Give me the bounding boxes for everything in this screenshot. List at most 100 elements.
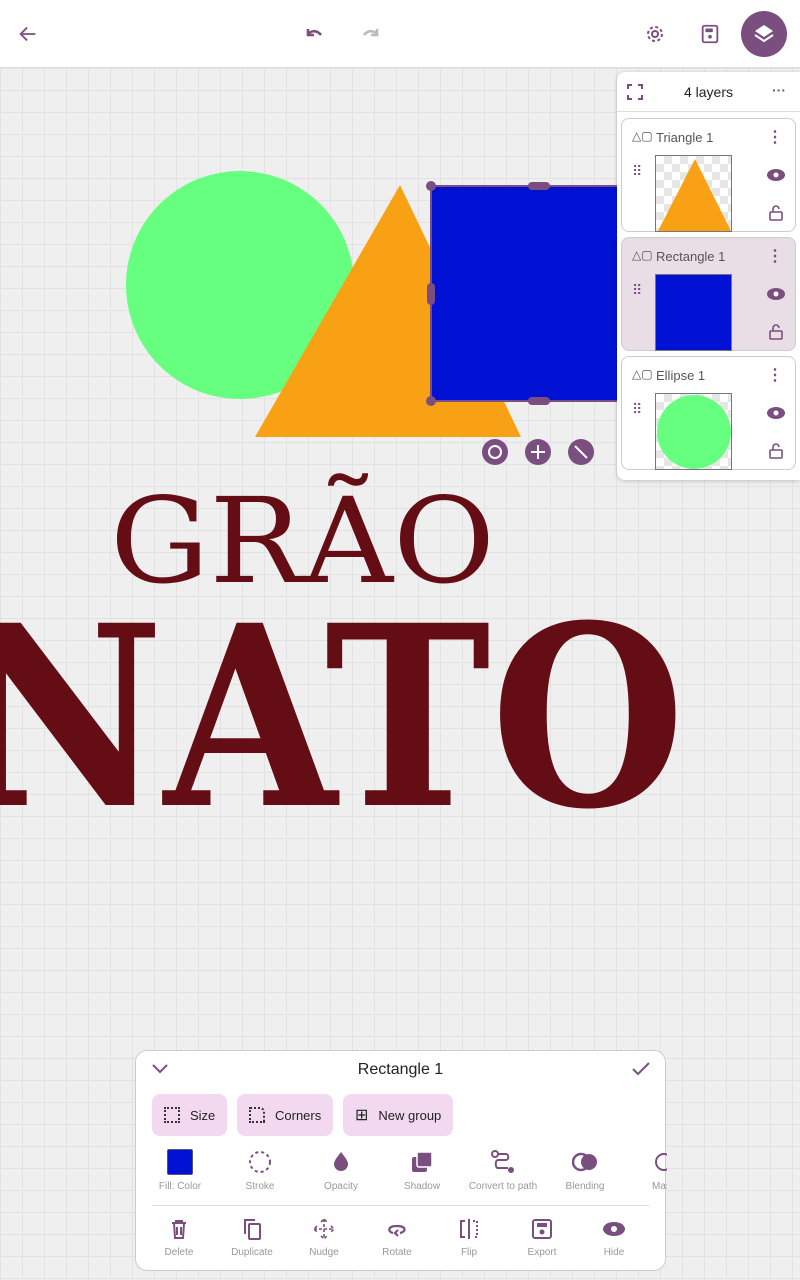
save-button[interactable] bbox=[690, 14, 730, 54]
tool-label: Convert to path bbox=[468, 1181, 538, 1192]
duplicate-button[interactable]: Duplicate bbox=[212, 1217, 292, 1258]
scale-handle[interactable] bbox=[568, 439, 594, 465]
blending-icon bbox=[572, 1152, 597, 1172]
lock-open-icon[interactable] bbox=[769, 443, 783, 459]
rotate-handle[interactable] bbox=[482, 439, 508, 465]
layer-item-triangle[interactable]: △▢ Triangle 1 ⋮ ⠿ bbox=[621, 118, 796, 232]
blending-tool[interactable]: Blending bbox=[545, 1149, 625, 1192]
undo-button[interactable] bbox=[295, 14, 335, 54]
undo-icon bbox=[306, 29, 322, 37]
top-toolbar bbox=[0, 0, 800, 68]
settings-button[interactable] bbox=[635, 14, 675, 54]
nudge-button[interactable]: Nudge bbox=[284, 1217, 364, 1258]
layers-panel: 4 layers ··· △▢ Triangle 1 ⋮ ⠿ △▢ Rectan… bbox=[617, 72, 800, 480]
drag-handle-icon[interactable]: ⠿ bbox=[632, 164, 642, 178]
fullscreen-icon[interactable] bbox=[627, 84, 643, 100]
layer-item-ellipse[interactable]: △▢ Ellipse 1 ⋮ ⠿ bbox=[621, 356, 796, 470]
rectangle-shape[interactable] bbox=[431, 186, 621, 401]
stroke-icon bbox=[249, 1151, 271, 1173]
export-button[interactable]: Export bbox=[502, 1217, 582, 1258]
eye-icon[interactable] bbox=[767, 288, 785, 300]
mask-icon bbox=[655, 1153, 667, 1171]
lock-open-icon[interactable] bbox=[769, 324, 783, 340]
tool-label: Fill: Color bbox=[158, 1181, 202, 1192]
corners-icon bbox=[249, 1107, 265, 1123]
fill-color-tool[interactable]: Fill: Color bbox=[140, 1149, 220, 1192]
drag-handle-icon[interactable]: ⠿ bbox=[632, 283, 642, 297]
flip-icon bbox=[460, 1219, 478, 1239]
redo-button[interactable] bbox=[350, 14, 390, 54]
chip-label: New group bbox=[378, 1107, 442, 1123]
action-label: Nudge bbox=[309, 1247, 339, 1258]
shadow-icon bbox=[412, 1151, 433, 1172]
shapes-icon: △▢ bbox=[632, 248, 653, 262]
redo-icon bbox=[363, 29, 379, 37]
resize-handle-left[interactable] bbox=[427, 283, 435, 305]
flip-button[interactable]: Flip bbox=[429, 1217, 509, 1258]
action-label: Export bbox=[527, 1247, 557, 1258]
lock-open-icon[interactable] bbox=[769, 205, 783, 221]
resize-handle-bottom[interactable] bbox=[528, 397, 550, 405]
layer-menu-icon[interactable]: ⋮ bbox=[767, 246, 783, 266]
rotate-icon bbox=[388, 1224, 406, 1237]
rotate-button[interactable]: Rotate bbox=[357, 1217, 437, 1258]
layer-item-rectangle[interactable]: △▢ Rectangle 1 ⋮ ⠿ bbox=[621, 237, 796, 351]
tool-label: Blending bbox=[565, 1181, 605, 1192]
layer-name: Triangle 1 bbox=[656, 130, 714, 145]
corners-button[interactable]: Corners bbox=[237, 1094, 334, 1136]
mask-tool[interactable]: Mask bbox=[624, 1149, 667, 1192]
shapes-icon: △▢ bbox=[632, 367, 653, 381]
droplet-icon bbox=[334, 1152, 348, 1171]
tool-label: Shadow bbox=[403, 1181, 441, 1192]
new-group-button[interactable]: ⊞ New group bbox=[343, 1094, 454, 1136]
layer-name: Ellipse 1 bbox=[656, 368, 706, 383]
chip-label: Size bbox=[190, 1107, 216, 1123]
layer-menu-icon[interactable]: ⋮ bbox=[767, 127, 783, 147]
convert-to-path-tool[interactable]: Convert to path bbox=[463, 1149, 543, 1192]
size-icon bbox=[164, 1107, 180, 1123]
layers-icon bbox=[754, 25, 774, 43]
fill-swatch bbox=[167, 1149, 193, 1175]
action-label: Hide bbox=[603, 1247, 625, 1258]
tool-label: Mask bbox=[652, 1181, 667, 1192]
shapes-icon: △▢ bbox=[632, 129, 653, 143]
eye-icon[interactable] bbox=[767, 407, 785, 419]
actions-row: Delete Duplicate Nudge Rotate Flip Expor… bbox=[136, 1217, 667, 1267]
layers-button[interactable] bbox=[741, 11, 787, 57]
new-group-icon: ⊞ bbox=[355, 1107, 369, 1124]
tool-label: Opacity bbox=[324, 1181, 358, 1192]
move-handle[interactable] bbox=[525, 439, 551, 465]
save-icon bbox=[701, 24, 719, 44]
resize-handle-top[interactable] bbox=[528, 182, 550, 190]
stroke-tool[interactable]: Stroke bbox=[220, 1149, 300, 1192]
text-nato[interactable]: NATO bbox=[0, 570, 685, 864]
divider bbox=[152, 1205, 649, 1206]
tools-row[interactable]: Fill: Color Stroke Opacity Shadow Conver… bbox=[136, 1149, 667, 1197]
action-label: Rotate bbox=[382, 1247, 412, 1258]
hide-button[interactable]: Hide bbox=[574, 1217, 654, 1258]
arrow-left-icon bbox=[19, 26, 36, 42]
delete-button[interactable]: Delete bbox=[139, 1217, 219, 1258]
path-icon bbox=[491, 1150, 514, 1173]
save-icon bbox=[532, 1219, 552, 1239]
layer-thumbnail bbox=[655, 274, 732, 351]
more-options-icon[interactable]: ··· bbox=[772, 82, 786, 98]
shadow-tool[interactable]: Shadow bbox=[382, 1149, 462, 1192]
action-label: Flip bbox=[460, 1247, 478, 1258]
action-label: Delete bbox=[164, 1247, 194, 1258]
duplicate-icon bbox=[244, 1219, 261, 1240]
eye-icon[interactable] bbox=[767, 169, 785, 181]
check-icon[interactable] bbox=[632, 1062, 650, 1076]
opacity-tool[interactable]: Opacity bbox=[301, 1149, 381, 1192]
properties-sheet: Rectangle 1 Size Corners ⊞ New group Fill… bbox=[135, 1050, 667, 1271]
layer-name: Rectangle 1 bbox=[656, 249, 726, 264]
back-button[interactable] bbox=[8, 14, 48, 54]
size-button[interactable]: Size bbox=[152, 1094, 228, 1136]
drag-handle-icon[interactable]: ⠿ bbox=[632, 402, 642, 416]
action-label: Duplicate bbox=[231, 1247, 273, 1258]
layer-menu-icon[interactable]: ⋮ bbox=[767, 365, 783, 385]
move-arrows-icon bbox=[312, 1217, 336, 1241]
sheet-title: Rectangle 1 bbox=[357, 1061, 444, 1078]
chip-label: Corners bbox=[275, 1107, 322, 1123]
gear-icon bbox=[647, 26, 663, 42]
